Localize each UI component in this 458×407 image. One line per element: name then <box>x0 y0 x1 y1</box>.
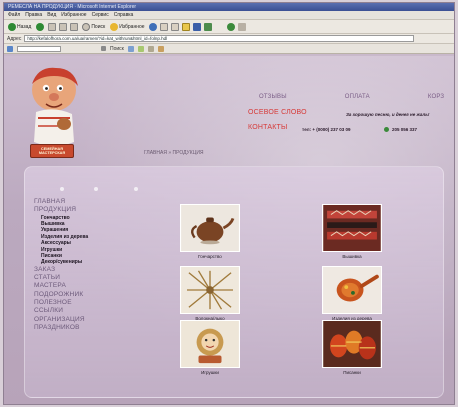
back-button[interactable]: Назад <box>7 22 32 32</box>
dropdown-icon[interactable] <box>101 46 106 51</box>
sidebar-item-organization[interactable]: ОРГАНИЗАЦИЯ <box>34 316 124 324</box>
nav-cart[interactable]: КОРЗ <box>428 94 444 100</box>
product-thumb-pottery[interactable] <box>180 204 240 252</box>
search-label: Поиск <box>91 23 106 30</box>
links-search-label[interactable]: Поиск <box>110 46 124 52</box>
menu-file[interactable]: Файл <box>8 11 20 19</box>
sidebar-item-products[interactable]: ПРОДУКЦИЯ <box>34 206 124 214</box>
print-icon[interactable] <box>170 22 179 31</box>
menu-edit[interactable]: Правка <box>25 11 42 19</box>
nav-reviews[interactable]: ОТЗЫВЫ <box>259 94 287 100</box>
favorites-button[interactable]: Избранное <box>109 22 145 32</box>
gear-icon[interactable] <box>226 22 235 31</box>
sidebar-item-masters[interactable]: МАСТЕРА <box>34 282 124 290</box>
phone-number-1: тел: + (0000) 237 03 09 <box>302 127 351 132</box>
menu-bar: Файл Правка Вид Избранное Сервис Справка <box>4 11 454 20</box>
product-caption-eggs[interactable]: Писанки <box>317 370 387 375</box>
word-icon[interactable] <box>192 22 201 31</box>
address-input[interactable]: http://kefalofhora.com.ua/ua/ramen/?id=k… <box>24 35 414 42</box>
sidebar-item-holidays[interactable]: ПРАЗДНИКОВ <box>34 324 124 332</box>
history-icon[interactable] <box>148 22 157 31</box>
address-bar: Адрес http://kefalofhora.com.ua/ua/ramen… <box>4 34 454 44</box>
phone-icon <box>384 127 389 132</box>
edit-icon[interactable] <box>181 22 190 31</box>
browser-toolbar: Назад Поиск Избранное <box>4 20 454 34</box>
straw-craft-image <box>181 267 239 313</box>
breadcrumb[interactable]: ГЛАВНАЯ » ПРОДУКЦИЯ <box>144 150 204 156</box>
window-title: РЕМЕСЛА НА ПРОДУКЦИЯ · Microsoft Interne… <box>4 3 454 11</box>
embroidery-image <box>323 205 381 251</box>
back-arrow-icon <box>8 22 16 31</box>
sidebar-item-travel[interactable]: ПОДОРОЖНИК <box>34 291 124 299</box>
sidebar-item-articles[interactable]: СТАТЬИ <box>34 274 124 282</box>
product-caption-pottery[interactable]: Гончарство <box>175 254 245 259</box>
refresh-icon[interactable] <box>59 22 68 31</box>
easter-eggs-image <box>323 321 381 367</box>
logo-caption: СЕМЕЙНАЯ МАСТЕРСКАЯ <box>38 146 66 155</box>
toolbar-icon-c[interactable] <box>147 45 154 52</box>
teapot-image <box>181 205 239 251</box>
nav-payment[interactable]: ОПЛАТА <box>345 94 370 100</box>
google-icon <box>7 45 13 52</box>
stop-icon[interactable] <box>48 22 57 31</box>
product-thumb-straw[interactable] <box>180 266 240 314</box>
star-icon <box>110 22 119 31</box>
product-thumb-eggs[interactable] <box>322 320 382 368</box>
slogan-text: За хорошую песню, и денег не жаль! <box>346 112 430 117</box>
messenger-icon[interactable] <box>203 22 212 31</box>
browser-window: РЕМЕСЛА НА ПРОДУКЦИЯ · Microsoft Interne… <box>3 2 455 405</box>
plugin-icon[interactable] <box>237 22 246 31</box>
sidebar-item-useful[interactable]: ПОЛЕЗНОЕ <box>34 299 124 307</box>
forward-arrow-icon <box>36 22 45 31</box>
product-thumb-embroidery[interactable] <box>322 204 382 252</box>
guestbook-link[interactable]: ОСЕВОЕ СЛОВО <box>248 109 307 116</box>
toolbar-icon-d[interactable] <box>157 45 164 52</box>
search-button[interactable]: Поиск <box>81 22 106 32</box>
wooden-spoon-image <box>323 267 381 313</box>
sidebar-item-order[interactable]: ЗАКАЗ <box>34 266 124 274</box>
doll-image <box>181 321 239 367</box>
sidebar-item-links[interactable]: ССЫЛКИ <box>34 307 124 315</box>
sidebar-menu: ГЛАВНАЯ ПРОДУКЦИЯ Гончарство Вышивка Укр… <box>34 198 124 332</box>
toolbar-icon-a[interactable] <box>127 45 134 52</box>
mail-icon[interactable] <box>159 22 168 31</box>
links-search-input[interactable] <box>17 45 61 52</box>
menu-view[interactable]: Вид <box>47 11 56 19</box>
search-icon <box>82 22 91 31</box>
sidebar-item-home[interactable]: ГЛАВНАЯ <box>34 198 124 206</box>
back-label: Назад <box>17 23 32 30</box>
product-thumb-wood[interactable] <box>322 266 382 314</box>
menu-tools[interactable]: Сервис <box>92 11 109 19</box>
address-label: Адрес <box>7 35 22 42</box>
decor-dot <box>134 187 138 191</box>
toolbar-icon-b[interactable] <box>137 45 144 52</box>
logo-plaque[interactable]: СЕМЕЙНАЯ МАСТЕРСКАЯ <box>30 144 74 158</box>
menu-help[interactable]: Справка <box>114 11 134 19</box>
top-nav: ОТЗЫВЫ ОПЛАТА КОРЗ <box>259 94 444 100</box>
decor-dot <box>60 187 64 191</box>
contacts-link[interactable]: КОНТАКТЫ <box>248 124 287 131</box>
forward-button[interactable] <box>35 22 45 32</box>
home-icon[interactable] <box>70 22 79 31</box>
product-caption-embroidery[interactable]: Вышивка <box>317 254 387 259</box>
favorites-label: Избранное <box>119 23 145 30</box>
product-caption-toys[interactable]: Игрушки <box>175 370 245 375</box>
decor-dot <box>94 187 98 191</box>
links-bar: Поиск <box>4 44 454 54</box>
phone-number-2: 205 056 337 <box>392 127 418 132</box>
menu-favorites[interactable]: Избранное <box>61 11 86 19</box>
product-thumb-toys[interactable] <box>180 320 240 368</box>
web-page: СЕМЕЙНАЯ МАСТЕРСКАЯ ОТЗЫВЫ ОПЛАТА КОРЗ О… <box>4 56 454 404</box>
